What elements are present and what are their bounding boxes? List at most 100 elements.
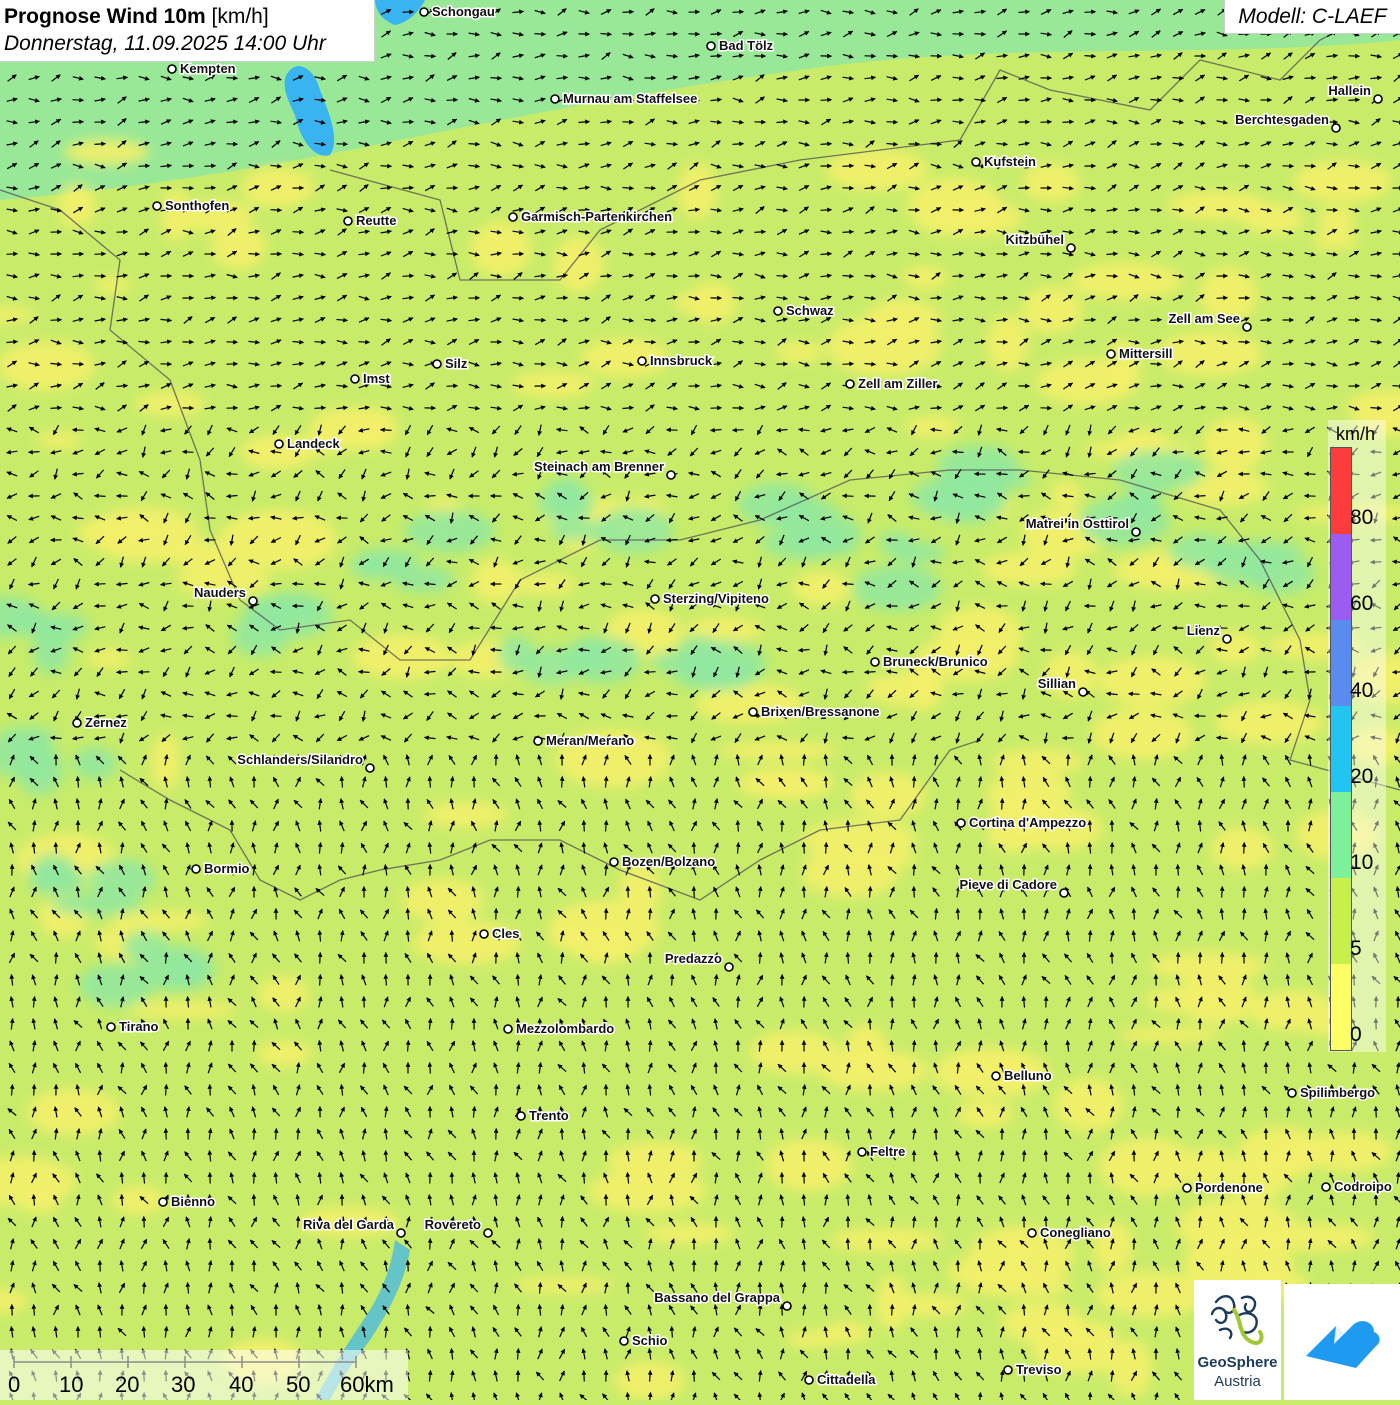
wind-arrow (843, 232, 854, 233)
wind-arrow (34, 1151, 35, 1162)
weather-app-logo[interactable] (1284, 1284, 1400, 1400)
wind-arrow (51, 408, 62, 409)
wind-arrow (870, 1305, 871, 1316)
breezy-patch (824, 517, 862, 555)
calm-patch (1215, 700, 1323, 744)
wind-arrow (254, 1041, 255, 1052)
city-label: Schlanders/Silandro (237, 752, 363, 767)
wind-arrow (562, 777, 563, 788)
city-marker (1322, 1183, 1330, 1191)
calm-patch (906, 416, 960, 438)
wind-arrow (887, 122, 898, 123)
wind-arrow (293, 232, 304, 233)
calm-patch (87, 649, 131, 668)
wind-arrow (936, 1129, 937, 1140)
wind-arrow (1085, 56, 1096, 57)
wind-arrow (183, 188, 194, 189)
geosphere-logo[interactable]: GeoSphere Austria (1194, 1280, 1281, 1400)
legend-seg-40-60 (1331, 620, 1351, 706)
wind-arrow (430, 1239, 431, 1250)
wind-arrow (1002, 799, 1003, 810)
wind-arrow (34, 1085, 35, 1096)
calm-patch (1098, 656, 1206, 707)
city-marker (366, 764, 374, 772)
city-marker (871, 658, 879, 666)
wind-arrow (1261, 320, 1272, 321)
calm-patch (765, 1138, 851, 1192)
wind-arrow (1305, 474, 1316, 475)
city-marker (192, 865, 200, 873)
wind-arrow (1310, 1129, 1311, 1140)
wind-arrow (430, 1173, 431, 1184)
scale-label-20: 20 (115, 1372, 139, 1398)
wind-arrow (100, 1261, 101, 1272)
wind-arrow (535, 320, 546, 321)
wind-map[interactable]: SchongauBad TölzKemptenHalleinMurnau am … (0, 0, 1400, 1400)
wind-arrow (1283, 364, 1294, 365)
calm-patch (1050, 481, 1081, 508)
wind-arrow (447, 100, 458, 101)
wind-arrow (425, 496, 436, 497)
city-marker (397, 1229, 405, 1237)
wind-arrow (1244, 777, 1245, 788)
calm-patch (112, 1186, 167, 1215)
calm-patch (553, 236, 604, 293)
wind-arrow (623, 650, 634, 651)
breezy-patch (1217, 540, 1304, 560)
city-marker (1183, 1184, 1191, 1192)
map-title-box: Prognose Wind 10m [km/h] Donnerstag, 11.… (0, 0, 375, 62)
city-marker (620, 1337, 628, 1345)
wind-arrow (1178, 887, 1179, 898)
city-label: Zell am Ziller (858, 376, 937, 391)
city-label: Pordenone (1195, 1180, 1263, 1195)
wind-arrow (738, 821, 739, 832)
wind-arrow (1217, 254, 1228, 255)
wind-arrow (1019, 496, 1030, 497)
legend-color-bar (1330, 447, 1352, 1051)
wind-arrow (1151, 210, 1162, 211)
breezy-patch (853, 565, 942, 611)
wind-arrow (271, 716, 282, 717)
city-marker (509, 213, 517, 221)
city-label: Bormio (204, 861, 250, 876)
wind-arrow (254, 1129, 255, 1140)
city-marker (1067, 244, 1075, 252)
calm-patch (1143, 987, 1224, 1013)
calm-patch (785, 1330, 843, 1347)
city-marker (805, 1376, 813, 1384)
city-label: Kitzbühel (1006, 232, 1065, 247)
city-marker (610, 858, 618, 866)
calm-patch (775, 341, 824, 362)
wind-arrow (958, 909, 959, 920)
breezy-patch (1112, 450, 1205, 491)
calm-patch (792, 572, 852, 605)
calm-patch (876, 1275, 908, 1331)
wind-arrow (914, 887, 915, 898)
wind-arrow (826, 843, 827, 854)
wind-arrow (1107, 276, 1118, 277)
city-label: Treviso (1016, 1362, 1062, 1377)
wind-arrow (870, 1019, 871, 1030)
wind-arrow (953, 276, 964, 277)
city-label: Mezzolombardo (516, 1021, 614, 1036)
wind-arrow (782, 1217, 783, 1228)
wind-arrow (73, 100, 84, 101)
city-marker (517, 1112, 525, 1120)
wind-arrow (1349, 100, 1360, 101)
city-label: Zernez (85, 715, 127, 730)
city-label: Steinach am Brenner (534, 459, 664, 474)
wind-arrow (144, 1283, 145, 1294)
wind-arrow (804, 843, 805, 854)
city-label: Meran/Merano (546, 733, 634, 748)
city-label: Codroipo (1334, 1179, 1392, 1194)
city-marker (159, 1198, 167, 1206)
wind-arrow (931, 408, 942, 409)
wind-arrow (1222, 887, 1223, 898)
wind-arrow (359, 342, 370, 343)
wind-arrow (205, 166, 216, 167)
city-marker (153, 202, 161, 210)
wind-arrow (403, 188, 414, 189)
wind-arrow (117, 650, 128, 651)
wind-arrow (425, 56, 436, 57)
city-label: Conegliano (1040, 1225, 1111, 1240)
